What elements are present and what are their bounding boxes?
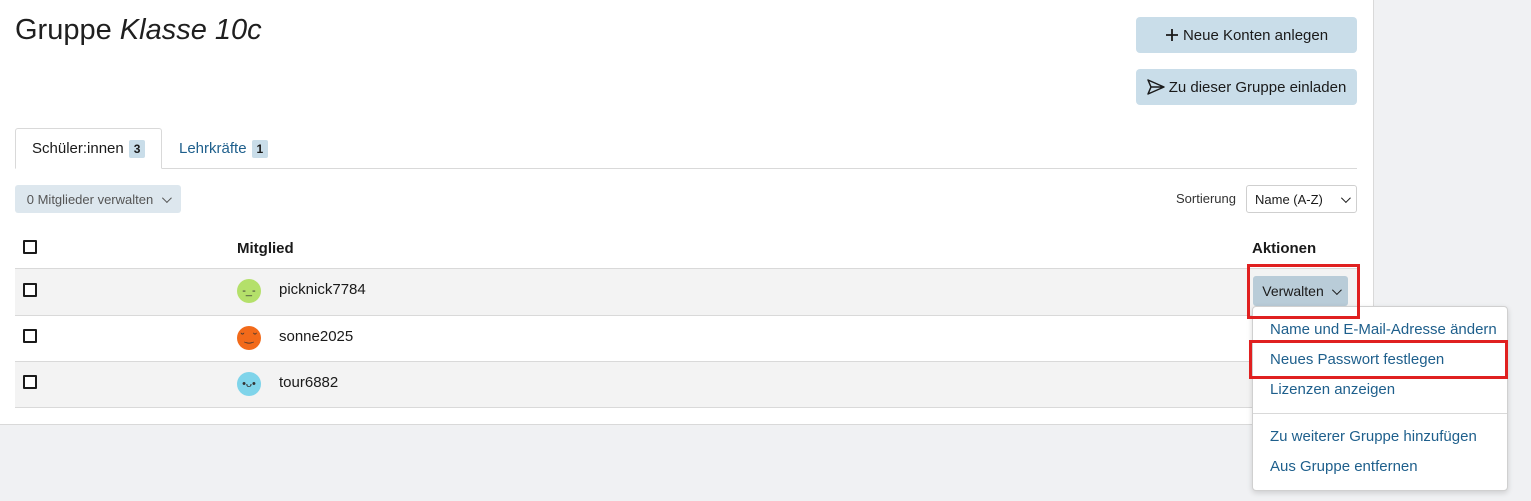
column-header-actions: Aktionen xyxy=(1252,240,1317,257)
tab-teachers-count: 1 xyxy=(251,139,269,158)
main-panel: Gruppe Klasse 10c Neue Konten anlegen Zu… xyxy=(0,0,1374,425)
plus-icon xyxy=(1165,28,1179,42)
member-name[interactable]: tour6882 xyxy=(279,374,338,391)
table-row xyxy=(15,315,1357,362)
invite-label: Zu dieser Gruppe einladen xyxy=(1168,78,1347,96)
send-icon xyxy=(1146,79,1165,95)
row-checkbox[interactable] xyxy=(23,283,37,297)
menu-item-edit-name-email[interactable]: Name und E-Mail-Adresse ändern xyxy=(1270,321,1497,338)
manage-members-button[interactable]: 0 Mitglieder verwalten xyxy=(15,185,181,213)
menu-divider xyxy=(1253,413,1507,414)
avatar-face: •ᴗ• xyxy=(242,377,256,390)
column-header-member: Mitglied xyxy=(237,240,294,257)
menu-item-remove-from-group[interactable]: Aus Gruppe entfernen xyxy=(1270,458,1418,475)
tab-students-label: Schüler:innen xyxy=(32,140,124,157)
menu-item-add-to-group[interactable]: Zu weiterer Gruppe hinzufügen xyxy=(1270,428,1477,445)
menu-item-set-password[interactable]: Neues Passwort festlegen xyxy=(1270,351,1444,368)
table-bottom-border xyxy=(15,407,1357,408)
chevron-down-icon xyxy=(162,192,173,203)
manage-members-label: 0 Mitglieder verwalten xyxy=(26,191,154,207)
tab-students[interactable]: Schüler:innen 3 xyxy=(15,128,162,169)
avatar: ˘‿˘ xyxy=(237,326,261,350)
sort-select[interactable]: Name (A-Z) xyxy=(1246,185,1357,213)
page-title: Gruppe Klasse 10c xyxy=(15,14,262,47)
page-title-prefix: Gruppe xyxy=(15,14,112,46)
tab-students-count: 3 xyxy=(128,139,146,158)
avatar: -_- xyxy=(237,279,261,303)
sort-value: Name (A-Z) xyxy=(1255,191,1323,207)
select-all-checkbox[interactable] xyxy=(23,240,37,254)
row-checkbox[interactable] xyxy=(23,375,37,389)
menu-item-show-licenses[interactable]: Lizenzen anzeigen xyxy=(1270,381,1395,398)
sort-label: Sortierung xyxy=(1176,191,1236,206)
avatar-face: ˘‿˘ xyxy=(240,331,258,344)
table-row xyxy=(15,361,1357,408)
table-row xyxy=(15,268,1357,315)
manage-button[interactable]: Verwalten xyxy=(1253,276,1348,306)
new-accounts-label: Neue Konten anlegen xyxy=(1182,26,1329,44)
page-title-group: Klasse 10c xyxy=(119,14,262,46)
new-accounts-button[interactable]: Neue Konten anlegen xyxy=(1136,17,1357,53)
avatar-face: -_- xyxy=(242,284,256,297)
member-name[interactable]: picknick7784 xyxy=(279,281,366,298)
manage-dropdown-menu: Name und E-Mail-Adresse ändern Neues Pas… xyxy=(1252,306,1508,491)
chevron-down-icon xyxy=(1340,192,1351,203)
avatar: •ᴗ• xyxy=(237,372,261,396)
invite-button[interactable]: Zu dieser Gruppe einladen xyxy=(1136,69,1357,105)
tab-teachers-label: Lehrkräfte xyxy=(179,140,247,157)
member-name[interactable]: sonne2025 xyxy=(279,328,353,345)
row-checkbox[interactable] xyxy=(23,329,37,343)
chevron-down-icon xyxy=(1331,284,1342,295)
tab-teachers[interactable]: Lehrkräfte 1 xyxy=(163,128,284,169)
manage-button-label: Verwalten xyxy=(1262,283,1324,299)
